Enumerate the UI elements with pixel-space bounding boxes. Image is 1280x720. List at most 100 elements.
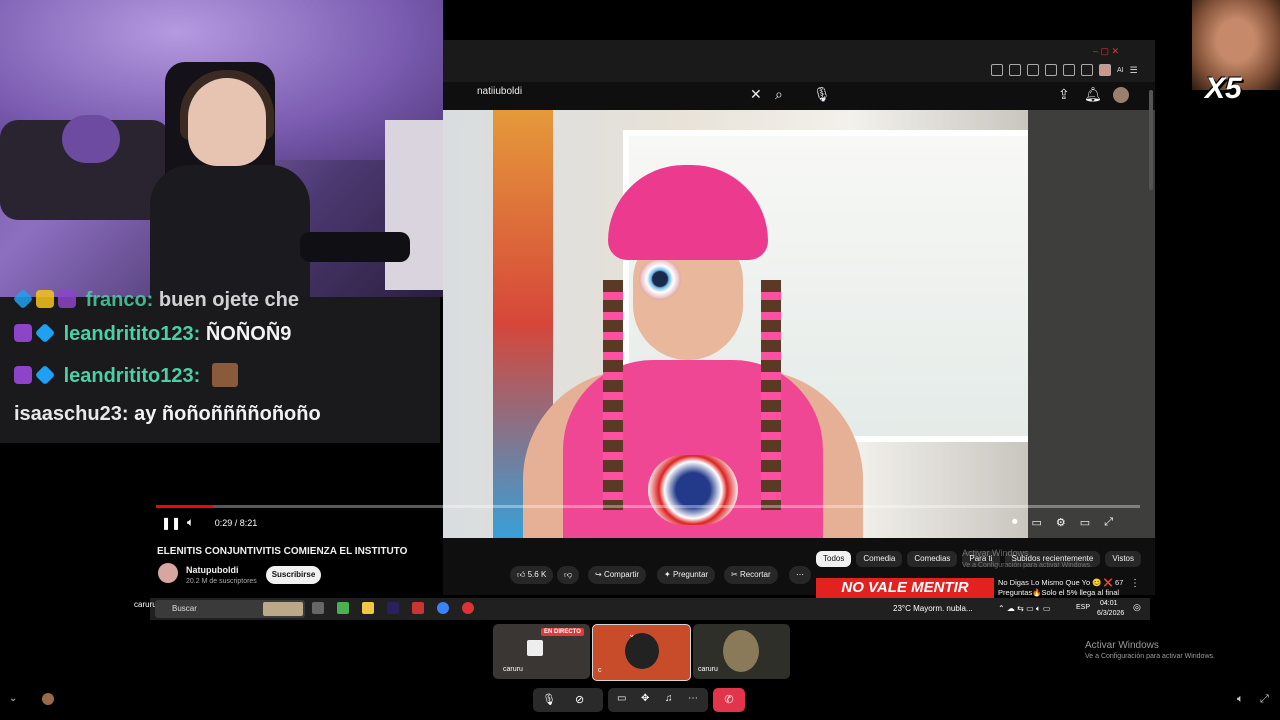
notifications-icon[interactable]: 🔔︎: [1084, 86, 1102, 103]
recommended-title[interactable]: No Digas Lo Mismo Que Yo 😊 ❌ 67 Pregunta…: [998, 578, 1128, 598]
app-icon[interactable]: [337, 602, 349, 614]
settings-gear-icon[interactable]: ⚙: [1056, 516, 1066, 529]
clear-search-icon[interactable]: ✕: [750, 86, 762, 103]
subscribe-button[interactable]: Suscribirse: [266, 566, 321, 584]
search-highlight-image: [263, 602, 303, 616]
mic-control[interactable]: 🎙︎ ⊘: [533, 688, 603, 712]
leave-call-button[interactable]: ✆: [713, 688, 745, 712]
dislike-button[interactable]: 👎︎: [557, 566, 580, 584]
soundboard-icon[interactable]: ♫: [665, 693, 673, 704]
video-progress-fill[interactable]: [156, 505, 214, 508]
chrome-icon[interactable]: [437, 602, 449, 614]
subscriber-count: 20.2 M de suscriptores: [186, 578, 257, 585]
ai-button[interactable]: AI: [1117, 67, 1124, 74]
opera-icon[interactable]: [412, 602, 424, 614]
thumbs-down-icon: 👎︎: [564, 570, 573, 579]
chat-badge-icon: [14, 366, 32, 384]
play-icon[interactable]: [1045, 64, 1057, 76]
task-view-icon[interactable]: [312, 602, 324, 614]
channel-avatar[interactable]: [158, 563, 178, 583]
search-input[interactable]: natiiuboldi: [477, 86, 767, 104]
chip-todos[interactable]: Todos: [816, 551, 852, 567]
share-icon: ↪: [595, 570, 604, 579]
participant-tile[interactable]: caruru: [693, 624, 790, 679]
channel-name[interactable]: Natupuboldi: [186, 565, 239, 575]
video-title: ELENITIS CONJUNTIVITIS COMIENZA EL INSTI…: [157, 546, 408, 557]
webcam-plush: [62, 115, 120, 163]
scissors-icon: ✂: [731, 570, 740, 579]
recommended-thumbnail[interactable]: NO VALE MENTIR: [816, 578, 994, 598]
fullscreen-icon[interactable]: ⤢: [1260, 693, 1269, 706]
volume-icon[interactable]: 🔈︎: [1237, 693, 1244, 706]
activities-icon[interactable]: ✥: [641, 693, 649, 704]
window-icon[interactable]: [1027, 64, 1039, 76]
subtitles-icon[interactable]: ▭: [1032, 516, 1042, 529]
participant-avatar: [723, 630, 759, 672]
chevron-down-icon[interactable]: ⌄: [9, 693, 17, 704]
upload-icon[interactable]: ⇪: [1058, 86, 1070, 103]
like-button[interactable]: 👍︎ 5.6 K: [510, 566, 554, 584]
disconnect-icon: ✆: [724, 694, 734, 706]
webcam-person-body: [150, 165, 310, 297]
chat-emote-icon: [211, 363, 238, 387]
obs-icon[interactable]: [462, 602, 474, 614]
extension-icon[interactable]: [1063, 64, 1075, 76]
language-indicator[interactable]: ESP: [1076, 604, 1090, 611]
autoplay-toggle-icon[interactable]: ⏺: [1012, 516, 1018, 529]
participant-name: caruru: [698, 666, 718, 673]
like-count: 5.6 K: [527, 570, 547, 579]
tab-icon[interactable]: [1009, 64, 1021, 76]
tray-icons[interactable]: ⌃ ☁ ⇆ ▭ 🔈︎ ▭: [998, 604, 1050, 614]
account-avatar[interactable]: [1113, 87, 1129, 103]
profile-icon[interactable]: [1099, 64, 1111, 76]
chat-username: franco:: [85, 289, 154, 311]
webcam-shelf: [385, 120, 443, 290]
video-player[interactable]: [443, 110, 1028, 538]
participant-tile[interactable]: EN DIRECTO caruru: [493, 624, 590, 679]
heart-icon[interactable]: [1081, 64, 1093, 76]
chat-line: leandritito123:: [14, 363, 238, 388]
microphone-icon[interactable]: 🎙︎: [542, 693, 556, 706]
fullscreen-icon[interactable]: ⤢: [1104, 516, 1113, 529]
chat-line: franco: buen ojete che: [12, 288, 299, 312]
bookmark-icon[interactable]: [991, 64, 1003, 76]
weather-widget[interactable]: 23°C Mayorm. nubla...: [893, 604, 973, 613]
menu-icon[interactable]: ☰: [1130, 65, 1138, 76]
chat-badge-icon: [14, 324, 32, 342]
search-icon[interactable]: ⌕: [775, 86, 783, 103]
taskbar-user-label: caruru: [134, 600, 157, 609]
share-button[interactable]: ↪ Compartir: [588, 566, 647, 584]
video-braid-left: [603, 280, 623, 510]
volume-icon[interactable]: 🔈︎: [187, 515, 194, 530]
taskbar-search[interactable]: Buscar: [155, 600, 305, 618]
thumbs-up-icon: 👍︎: [517, 570, 528, 579]
live-badge: EN DIRECTO: [541, 628, 584, 636]
ask-label: Preguntar: [672, 570, 709, 579]
premiere-icon[interactable]: [387, 602, 399, 614]
participant-tile-active[interactable]: ⌄ c: [592, 624, 691, 681]
recommended-more-icon[interactable]: ⋮: [1130, 578, 1140, 589]
chip-comedias[interactable]: Comedias: [907, 551, 958, 567]
chat-message: ÑOÑOÑ9: [205, 323, 292, 345]
video-progress-track[interactable]: [156, 505, 1140, 508]
clip-button[interactable]: ✂ Recortar: [724, 566, 778, 584]
chevron-down-icon[interactable]: ⌄: [628, 629, 636, 640]
file-explorer-icon[interactable]: [362, 602, 374, 614]
voice-search-icon[interactable]: 🎙︎: [813, 86, 831, 103]
more-actions-button[interactable]: ⋯: [789, 566, 811, 584]
screen-share-icon[interactable]: ▭: [617, 693, 626, 704]
notification-center-icon[interactable]: ◎: [1133, 602, 1141, 613]
chat-badge-icon: [58, 290, 76, 308]
page-scrollbar[interactable]: [1149, 90, 1153, 190]
ask-button[interactable]: ✦ Preguntar: [657, 566, 716, 584]
camera-off-icon[interactable]: ⊘: [575, 693, 584, 706]
more-icon[interactable]: ⋯: [688, 693, 698, 704]
video-time: 0:29 / 8:21: [210, 514, 262, 532]
pause-icon[interactable]: ❚❚: [161, 516, 181, 530]
chip-comedia[interactable]: Comedia: [856, 551, 903, 567]
window-controls[interactable]: – ▢ ✕: [1093, 46, 1119, 57]
chip-vistos[interactable]: Vistos: [1105, 551, 1141, 567]
video-eyeball-prop: [639, 258, 681, 300]
theater-mode-icon[interactable]: ▭: [1080, 516, 1090, 529]
user-avatar[interactable]: [42, 693, 54, 705]
